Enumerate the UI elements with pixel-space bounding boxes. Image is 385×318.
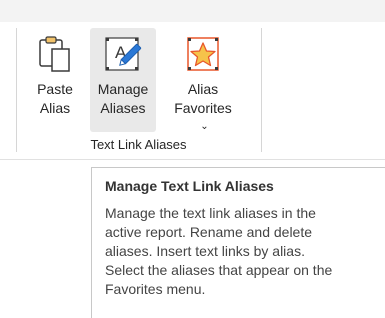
tooltip-line: active report. Rename and delete: [105, 224, 313, 240]
ribbon-tab-strip: [0, 0, 385, 22]
tooltip-line: Manage the text link aliases in the: [105, 205, 316, 221]
chevron-down-icon: ⌄: [200, 121, 209, 132]
paste-alias-button[interactable]: Paste Alias: [30, 28, 80, 132]
alias-favorites-button[interactable]: Alias Favorites ⌄: [160, 28, 246, 132]
manage-aliases-label: Manage Aliases: [97, 81, 149, 116]
group-separator: [16, 28, 17, 152]
paste-icon: [35, 34, 75, 74]
ribbon-bottom-border: [0, 159, 385, 160]
star-favorites-icon: [183, 34, 223, 74]
group-separator: [261, 28, 262, 152]
manage-aliases-tooltip: Manage Text Link Aliases Manage the text…: [91, 167, 385, 318]
paste-alias-label: Paste Alias: [37, 81, 73, 116]
tooltip-line: Favorites menu.: [105, 281, 206, 297]
group-label: Text Link Aliases: [90, 137, 187, 152]
tooltip-description: Manage the text link aliases in the acti…: [105, 204, 375, 299]
tooltip-line: aliases. Insert text links by alias.: [105, 243, 305, 259]
tooltip-line: Select the aliases that appear on the: [105, 262, 333, 278]
alias-favorites-label: Alias Favorites ⌄: [174, 80, 232, 137]
tooltip-title: Manage Text Link Aliases: [105, 178, 274, 194]
manage-aliases-button[interactable]: A Manage Aliases: [90, 28, 156, 132]
manage-aliases-icon: A: [103, 34, 143, 74]
